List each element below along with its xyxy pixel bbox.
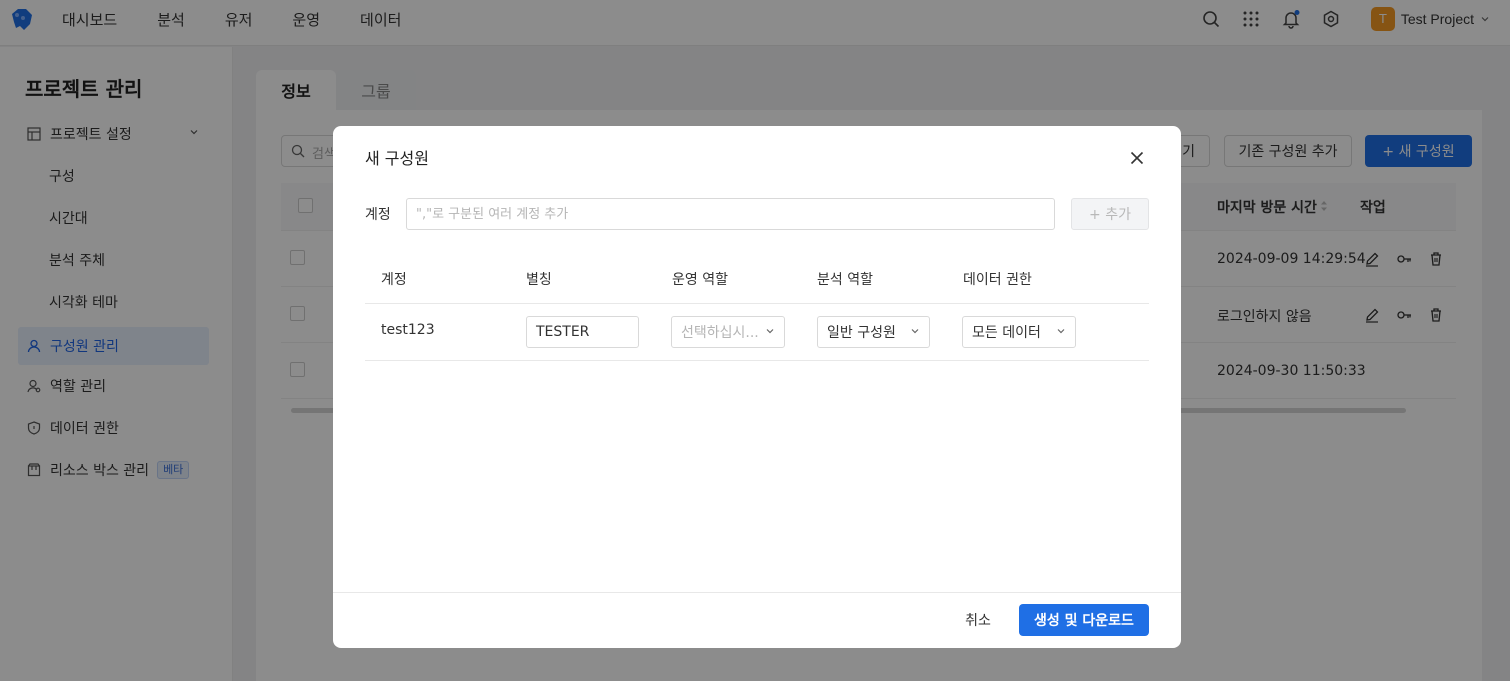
column-data-permission: 데이터 권한 bbox=[963, 272, 1032, 288]
data-permission-value: 모든 데이터 bbox=[972, 325, 1041, 341]
account-input[interactable] bbox=[406, 198, 1055, 230]
chevron-down-icon bbox=[1057, 329, 1065, 334]
chevron-down-icon bbox=[911, 329, 919, 334]
dialog-title: 새 구성원 bbox=[365, 149, 429, 168]
button-label: + 추가 bbox=[1089, 207, 1131, 223]
table-divider bbox=[365, 303, 1149, 304]
account-cell: test123 bbox=[381, 322, 435, 338]
new-member-dialog: 새 구성원 계정 + 추가 계정 별칭 운영 역할 분석 역할 데이터 권한 t… bbox=[333, 126, 1181, 648]
add-account-button[interactable]: + 추가 bbox=[1071, 198, 1149, 230]
account-label: 계정 bbox=[365, 207, 391, 223]
button-label: 생성 및 다운로드 bbox=[1034, 613, 1134, 629]
close-icon[interactable] bbox=[1128, 149, 1146, 167]
ops-role-placeholder: 선택하십시... bbox=[681, 325, 759, 341]
column-analysis-role: 분석 역할 bbox=[817, 272, 873, 288]
column-alias: 별칭 bbox=[526, 272, 552, 288]
ops-role-select[interactable]: 선택하십시... bbox=[671, 316, 785, 348]
column-account: 계정 bbox=[381, 272, 407, 288]
analysis-role-value: 일반 구성원 bbox=[827, 325, 896, 341]
column-ops-role: 운영 역할 bbox=[672, 272, 728, 288]
analysis-role-select[interactable]: 일반 구성원 bbox=[817, 316, 930, 348]
footer-divider bbox=[333, 592, 1181, 593]
table-divider bbox=[365, 360, 1149, 361]
alias-value: TESTER bbox=[536, 324, 590, 340]
data-permission-select[interactable]: 모든 데이터 bbox=[962, 316, 1076, 348]
chevron-down-icon bbox=[766, 329, 774, 334]
alias-input[interactable]: TESTER bbox=[526, 316, 639, 348]
button-label: 취소 bbox=[965, 613, 991, 629]
create-and-download-button[interactable]: 생성 및 다운로드 bbox=[1019, 604, 1149, 636]
cancel-button[interactable]: 취소 bbox=[945, 604, 1011, 636]
